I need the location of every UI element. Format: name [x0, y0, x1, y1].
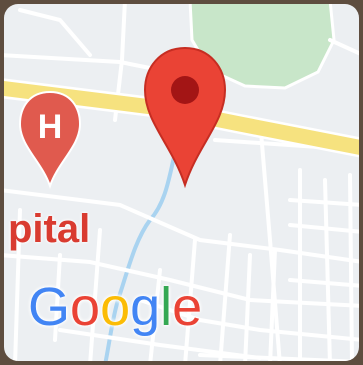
google-logo-letter: g — [130, 277, 161, 337]
location-pin-dot — [171, 76, 199, 104]
google-logo-letter: o — [70, 277, 101, 337]
google-logo-letter: o — [100, 277, 131, 337]
google-logo-letter: l — [160, 277, 173, 337]
google-logo-letter: G — [28, 277, 71, 337]
map-tile[interactable]: H pital Google — [0, 0, 363, 365]
place-label: pital — [8, 207, 91, 251]
hospital-marker-letter: H — [38, 108, 63, 146]
google-logo: Google — [28, 276, 202, 338]
google-logo-letter: e — [172, 277, 203, 337]
